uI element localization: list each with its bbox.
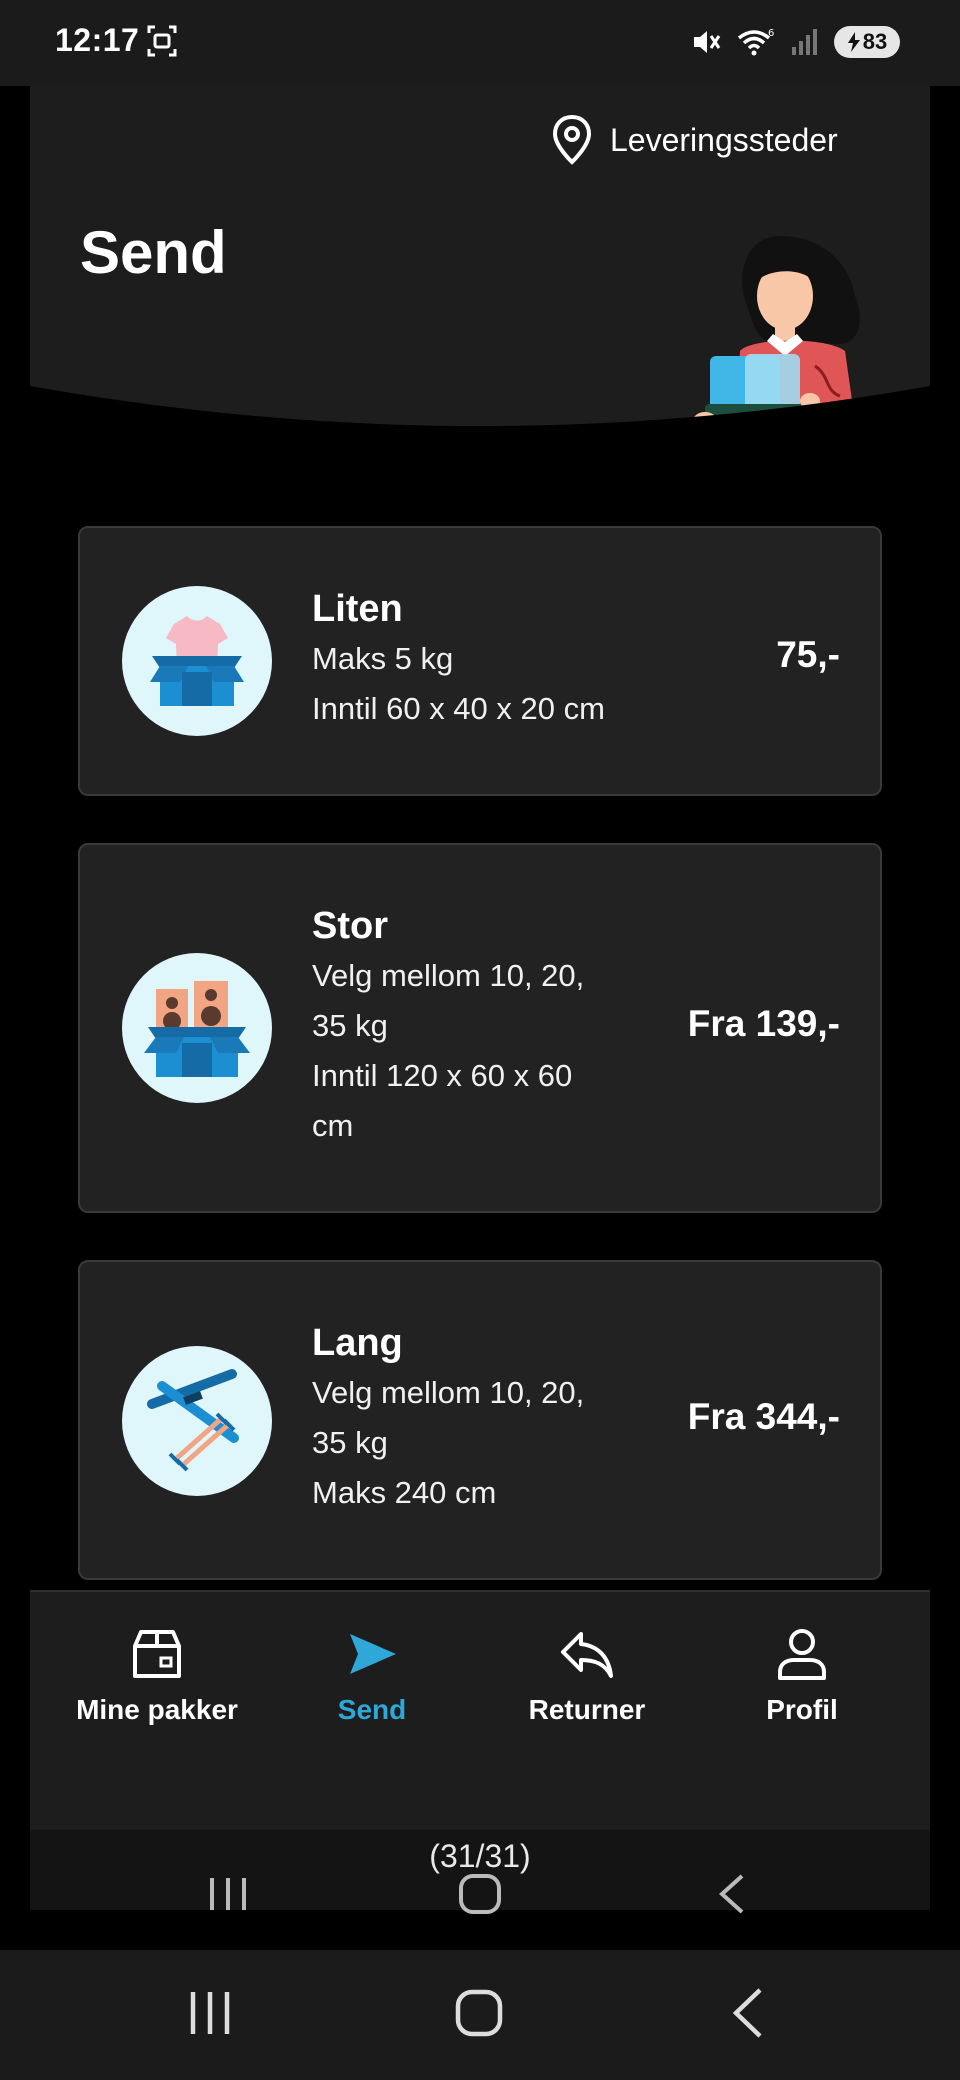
package-card-large[interactable]: Stor Velg mellom 10, 20, 35 kg Inntil 12…: [78, 843, 882, 1213]
package-icon: [133, 1630, 181, 1678]
package-title: Stor: [312, 905, 388, 947]
package-detail: cm: [312, 1108, 354, 1143]
svg-text:6: 6: [768, 28, 774, 39]
person-icon: [778, 1629, 826, 1680]
tab-label: Profil: [766, 1694, 838, 1725]
package-price: Fra 344,-: [687, 1396, 840, 1437]
tab-profil[interactable]: Profil: [692, 1622, 912, 1726]
screenshot-counter: (31/31): [429, 1838, 531, 1874]
signal-icon: [792, 29, 817, 55]
package-detail: 35 kg: [312, 1425, 388, 1460]
package-detail: Maks 240 cm: [312, 1475, 497, 1510]
package-card-small-text: Liten Maks 5 kg Inntil 60 x 40 x 20 cm: [312, 584, 605, 734]
wifi-icon: 6: [737, 28, 774, 56]
status-time: 12:17: [55, 22, 140, 58]
page-title: Send: [80, 219, 227, 286]
package-title: Liten: [312, 588, 403, 630]
screenshot-icon: [147, 25, 177, 57]
mute-icon: [694, 31, 721, 53]
package-price: 75,-: [776, 634, 840, 675]
tab-label: Returner: [528, 1694, 646, 1725]
tab-label: Mine pakker: [76, 1694, 238, 1725]
tab-mine-pakker[interactable]: Mine pakker: [47, 1622, 267, 1726]
bottom-nav: Mine pakker Send Returner Profil: [30, 1590, 930, 1830]
tab-send[interactable]: Send: [262, 1622, 482, 1726]
package-card-small[interactable]: Liten Maks 5 kg Inntil 60 x 40 x 20 cm 7…: [78, 526, 882, 796]
location-pin-icon: [552, 114, 592, 165]
back-button[interactable]: [732, 1988, 762, 2038]
overlay-back-icon: [719, 1874, 744, 1914]
header: Leveringssteder Send: [30, 86, 930, 441]
recents-button[interactable]: [190, 1992, 230, 2034]
overlay-home-icon: [459, 1874, 501, 1914]
send-icon: [350, 1634, 396, 1674]
package-detail: Velg mellom 10, 20,: [312, 1375, 585, 1410]
box-speakers-icon: [122, 953, 272, 1103]
package-price: Fra 139,-: [687, 1003, 840, 1044]
battery-level: 83: [862, 29, 888, 54]
delivery-locations-label: Leveringssteder: [610, 121, 838, 158]
package-card-large-text: Stor Velg mellom 10, 20, 35 kg Inntil 12…: [312, 901, 584, 1151]
header-curve: [30, 386, 930, 441]
package-detail: Maks 5 kg: [312, 641, 454, 676]
overlay-nav-icons: [210, 1874, 744, 1914]
package-detail: 35 kg: [312, 1008, 388, 1043]
package-title: Lang: [312, 1322, 403, 1364]
box-tshirt-icon: [122, 586, 272, 736]
overlay-recents-icon: [210, 1878, 246, 1910]
package-detail: Inntil 60 x 40 x 20 cm: [312, 691, 605, 726]
return-icon: [561, 1632, 613, 1678]
status-bar: 12:17 6 83: [0, 0, 960, 86]
package-detail: Velg mellom 10, 20,: [312, 958, 585, 993]
package-detail: Inntil 120 x 60 x 60: [312, 1058, 573, 1093]
skis-icon: [122, 1346, 272, 1496]
home-button[interactable]: [455, 1989, 503, 2037]
status-icons: 6 83: [690, 24, 900, 60]
package-card-long-text: Lang Velg mellom 10, 20, 35 kg Maks 240 …: [312, 1318, 584, 1518]
system-nav-bar: [0, 1950, 960, 2080]
battery-indicator: 83: [834, 26, 900, 58]
tab-returner[interactable]: Returner: [477, 1622, 697, 1726]
charging-icon: [847, 32, 860, 52]
package-card-long[interactable]: Lang Velg mellom 10, 20, 35 kg Maks 240 …: [78, 1260, 882, 1580]
tab-label: Send: [337, 1694, 407, 1725]
delivery-locations-link[interactable]: Leveringssteder: [550, 112, 838, 168]
